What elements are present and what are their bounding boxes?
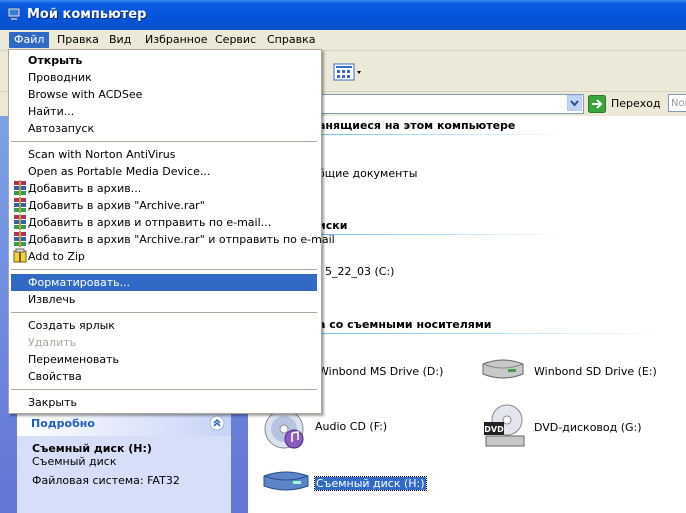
go-label: Переход <box>611 97 661 110</box>
menu-scan-norton[interactable]: Scan with Norton AntiVirus <box>11 146 317 163</box>
menu-add-to-archive[interactable]: Добавить в архив... <box>11 180 317 197</box>
menu-item-label: Scan with Norton AntiVirus <box>28 148 176 161</box>
collapse-chevron-icon[interactable] <box>209 415 225 431</box>
winrar-icon <box>14 231 26 247</box>
file-menu-dropdown: Открыть Проводник Browse with ACDSee Най… <box>8 49 335 414</box>
menu-edit[interactable]: Правка <box>52 32 104 48</box>
group-divider <box>318 333 668 334</box>
menu-item-label: Добавить в архив "Archive.rar" <box>28 199 205 212</box>
menu-item-label: Удалить <box>28 336 77 349</box>
menu-browse-acdsee[interactable]: Browse with ACDSee <box>11 86 317 103</box>
winrar-icon <box>14 180 26 196</box>
dvd-drive-icon[interactable]: DVD <box>480 402 530 452</box>
my-computer-icon <box>7 7 21 20</box>
details-body: Съемный диск (H:) Съемный диск Файловая … <box>17 436 231 513</box>
dvd-badge: DVD <box>484 425 504 434</box>
details-header[interactable]: Подробно <box>17 412 231 436</box>
menu-eject[interactable]: Извлечь <box>11 291 317 308</box>
menu-properties[interactable]: Свойства <box>11 368 317 385</box>
window-title: Мой компьютер <box>27 7 147 22</box>
group-divider <box>318 234 568 235</box>
menu-open-portable[interactable]: Open as Portable Media Device... <box>11 163 317 180</box>
menu-item-label: Проводник <box>28 71 92 84</box>
details-type: Съемный диск <box>32 455 117 468</box>
details-filesystem: Файловая система: FAT32 <box>32 474 180 487</box>
menu-separator <box>11 141 317 142</box>
title-bar[interactable]: Мой компьютер <box>0 0 686 30</box>
menu-create-shortcut[interactable]: Создать ярлык <box>11 317 317 334</box>
menu-item-label: Добавить в архив... <box>28 182 142 195</box>
winzip-icon <box>13 248 27 263</box>
menu-close[interactable]: Закрыть <box>11 394 317 411</box>
menu-item-label: Browse with ACDSee <box>28 88 143 101</box>
norton-toolbar-button[interactable]: Nor <box>668 94 686 112</box>
details-name: Съемный диск (H:) <box>32 442 152 455</box>
menu-tools[interactable]: Сервис <box>210 32 261 48</box>
drive-g-label[interactable]: DVD-дисковод (G:) <box>534 421 642 434</box>
menu-open[interactable]: Открыть <box>11 52 317 69</box>
address-input[interactable] <box>312 94 584 114</box>
drive-c-label[interactable]: 5_22_03 (C:) <box>325 265 394 278</box>
details-panel: Подробно Съемный диск (H:) Съемный диск … <box>17 412 231 513</box>
menu-item-label: Свойства <box>28 370 82 383</box>
views-icon[interactable] <box>332 62 362 82</box>
drive-d-label[interactable]: Winbond MS Drive (D:) <box>318 365 443 378</box>
menu-file[interactable]: Файл <box>9 32 50 48</box>
removable-drive-icon[interactable] <box>478 354 528 384</box>
menu-item-label: Добавить в архив и отправить по e-mail..… <box>28 216 272 229</box>
menu-autoplay[interactable]: Автозапуск <box>11 120 317 137</box>
group-divider <box>318 134 568 135</box>
menu-format[interactable]: Форматировать... <box>11 274 317 291</box>
group-removable: а со съемными носителями <box>318 318 492 331</box>
winrar-icon <box>14 214 26 230</box>
menu-item-label: Open as Portable Media Device... <box>28 165 211 178</box>
details-title: Подробно <box>31 417 95 430</box>
menu-add-to-zip[interactable]: Add to Zip <box>11 248 317 265</box>
menu-item-label: Добавить в архив "Archive.rar" и отправи… <box>28 233 335 246</box>
menu-item-label: Переименовать <box>28 353 120 366</box>
removable-drive-icon[interactable] <box>260 466 312 496</box>
drive-h-label[interactable]: Съемный диск (H:) <box>314 476 427 491</box>
menu-explorer[interactable]: Проводник <box>11 69 317 86</box>
drive-f-label[interactable]: Audio CD (F:) <box>315 420 387 433</box>
menu-item-label: Закрыть <box>28 396 77 409</box>
address-dropdown-button[interactable] <box>567 95 582 111</box>
menu-add-archive-email[interactable]: Добавить в архив и отправить по e-mail..… <box>11 214 317 231</box>
menu-help[interactable]: Справка <box>262 32 320 48</box>
menu-delete: Удалить <box>11 334 317 351</box>
menu-rename[interactable]: Переименовать <box>11 351 317 368</box>
winrar-icon <box>14 197 26 213</box>
menu-item-label: Создать ярлык <box>28 319 115 332</box>
menu-separator <box>11 269 317 270</box>
menu-favorites[interactable]: Избранное <box>140 32 212 48</box>
menu-item-label: Извлечь <box>28 293 76 306</box>
menu-item-label: Add to Zip <box>28 250 85 263</box>
group-stored-files: анящиеся на этом компьютере <box>318 119 516 132</box>
menu-bar: Файл Правка Вид Избранное Сервис Справка <box>0 30 686 51</box>
chevron-down-icon <box>570 100 579 107</box>
drive-e-label[interactable]: Winbond SD Drive (E:) <box>534 365 657 378</box>
shared-documents-label[interactable]: бщие документы <box>318 167 417 180</box>
menu-item-label: Найти... <box>28 105 75 118</box>
menu-find[interactable]: Найти... <box>11 103 317 120</box>
menu-add-to-archive-rar[interactable]: Добавить в архив "Archive.rar" <box>11 197 317 214</box>
menu-add-archive-rar-email[interactable]: Добавить в архив "Archive.rar" и отправи… <box>11 231 335 248</box>
menu-view[interactable]: Вид <box>104 32 136 48</box>
menu-separator <box>11 389 317 390</box>
menu-item-label: Открыть <box>28 54 83 67</box>
menu-item-label: Автозапуск <box>28 122 95 135</box>
menu-item-label: Форматировать... <box>28 276 131 289</box>
go-arrow-icon <box>588 95 606 113</box>
menu-separator <box>11 312 317 313</box>
